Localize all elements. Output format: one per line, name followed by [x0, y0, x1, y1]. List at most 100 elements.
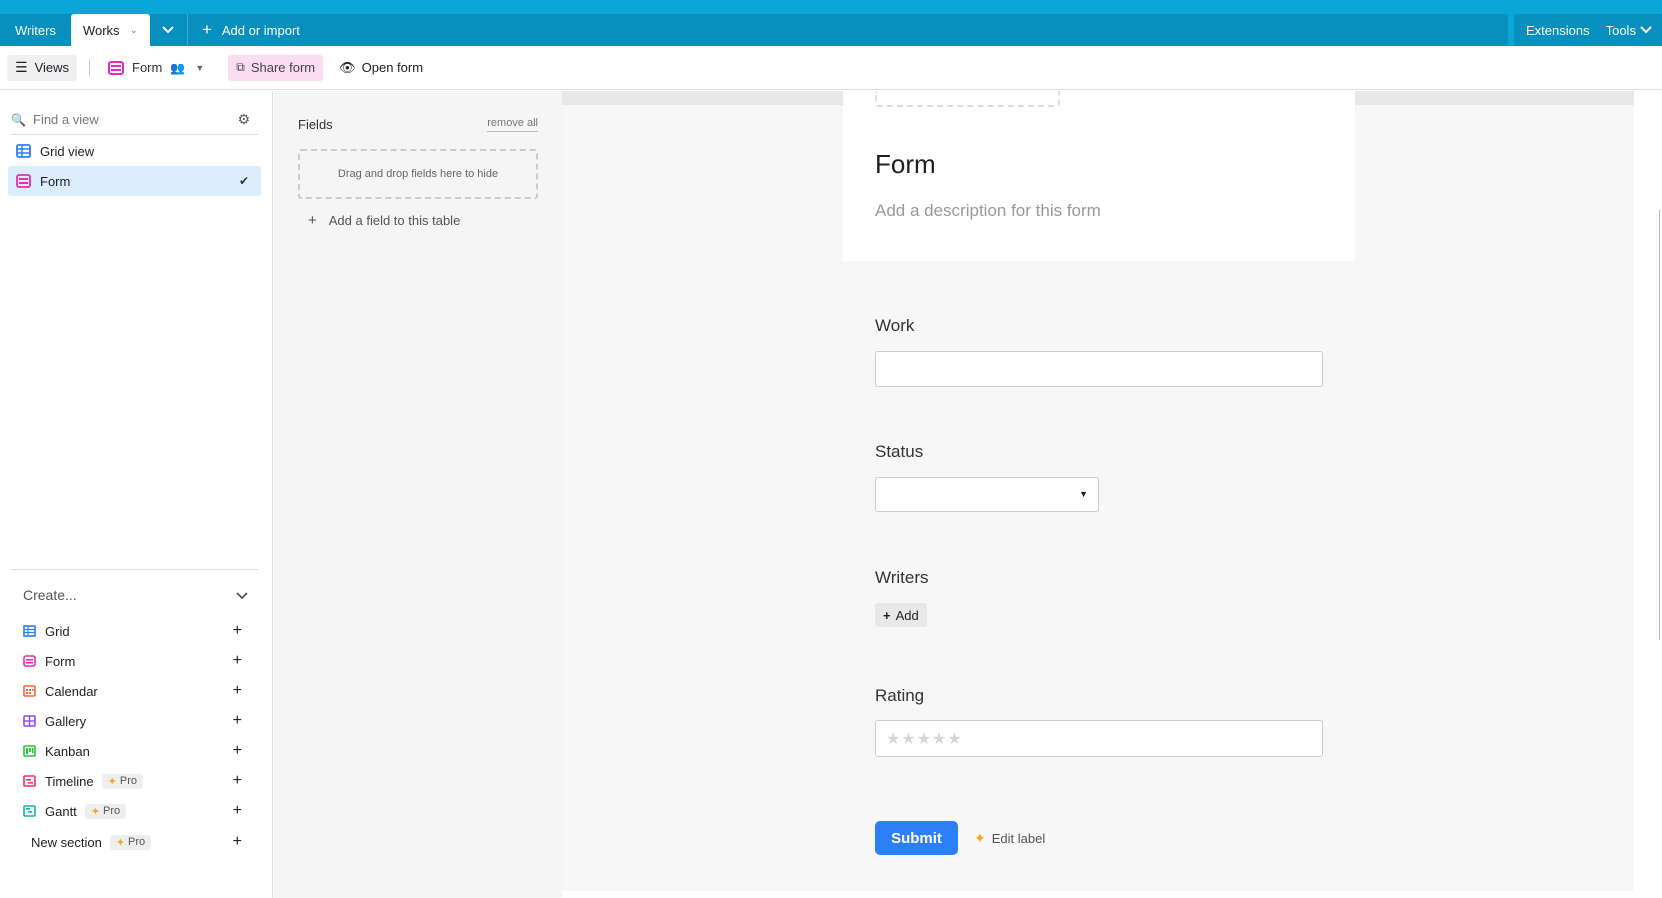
- find-view-placeholder: Find a view: [33, 112, 99, 127]
- edit-label-button[interactable]: ✦ Edit label: [974, 830, 1045, 847]
- edit-label-text: Edit label: [991, 831, 1046, 846]
- right-gutter: [1634, 91, 1662, 898]
- remove-all-link[interactable]: remove all: [487, 117, 538, 132]
- divider: [89, 58, 91, 77]
- create-gallery-button[interactable]: Gallery +: [23, 706, 248, 736]
- create-item-label: Calendar: [45, 683, 98, 699]
- create-grid-button[interactable]: Grid +: [23, 616, 248, 646]
- form-title[interactable]: Form: [875, 149, 936, 180]
- create-item-label: Form: [45, 653, 76, 669]
- create-item-label: Timeline: [45, 773, 94, 789]
- top-strip: [0, 0, 1662, 14]
- star-icon[interactable]: ★: [886, 729, 900, 749]
- create-gantt-button[interactable]: Gantt ✦ Pro +: [23, 796, 248, 826]
- star-icon[interactable]: ★: [901, 729, 915, 749]
- add-field-button[interactable]: + Add a field to this table: [308, 212, 460, 229]
- hidden-fields-dropzone[interactable]: Drag and drop fields here to hide: [298, 149, 538, 199]
- submit-label: Submit: [891, 829, 942, 847]
- chevron-down-icon: [162, 26, 175, 34]
- plus-icon: +: [232, 833, 242, 850]
- find-view-search[interactable]: 🔍 Find a view ⚙: [11, 105, 258, 135]
- create-section-header[interactable]: Create...: [23, 587, 248, 603]
- sparkle-icon: ✦: [115, 836, 126, 849]
- add-writer-button[interactable]: + Add: [875, 603, 927, 627]
- share-form-button[interactable]: ⧉ Share form: [228, 54, 324, 81]
- field-label-rating: Rating: [875, 686, 925, 705]
- gear-icon[interactable]: ⚙: [237, 111, 250, 128]
- plus-icon: +: [308, 212, 317, 229]
- gantt-icon: [23, 805, 36, 817]
- share-form-label: Share form: [250, 60, 316, 75]
- form-icon: [23, 655, 36, 667]
- form-icon: [16, 174, 31, 188]
- add-or-import-button[interactable]: + Add or import: [188, 14, 314, 46]
- views-button[interactable]: ☰ Views: [7, 54, 78, 81]
- work-input[interactable]: [875, 351, 1323, 387]
- views-sidebar: 🔍 Find a view ⚙ Grid view Form ✔ Create.…: [0, 91, 273, 898]
- sparkle-icon: ✦: [90, 805, 101, 818]
- form-icon: [108, 60, 125, 75]
- dropzone-text: Drag and drop fields here to hide: [337, 168, 499, 180]
- tab-label: Works: [82, 22, 120, 38]
- fields-title: Fields: [298, 117, 333, 132]
- tools-label: Tools: [1605, 22, 1636, 38]
- views-label: Views: [34, 60, 70, 75]
- chevron-down-icon: [236, 592, 248, 600]
- star-icon[interactable]: ★: [947, 729, 961, 749]
- star-icon[interactable]: ★: [917, 729, 931, 749]
- create-calendar-button[interactable]: Calendar +: [23, 676, 248, 706]
- logo-dropzone[interactable]: [875, 91, 1060, 107]
- field-label-work: Work: [875, 316, 915, 335]
- create-item-label: Kanban: [45, 743, 90, 759]
- open-form-button[interactable]: 👁 Open form: [339, 60, 423, 76]
- create-new-section-button[interactable]: New section ✦ Pro +: [23, 827, 248, 857]
- status-select[interactable]: ▼: [875, 477, 1099, 512]
- divider: [11, 569, 258, 570]
- create-form-button[interactable]: Form +: [23, 646, 248, 676]
- plus-icon: +: [232, 712, 242, 729]
- calendar-icon: [23, 685, 36, 697]
- table-tabs: Writers Works ⌄ + Add or import: [0, 14, 1508, 46]
- plus-icon: +: [201, 20, 212, 39]
- pro-badge: ✦ Pro: [101, 773, 143, 789]
- more-tables-button[interactable]: [150, 14, 188, 46]
- create-item-label: New section: [31, 834, 102, 850]
- grid-icon: [23, 625, 36, 637]
- plus-icon: +: [232, 622, 242, 639]
- caret-down-icon: ▼: [1079, 489, 1088, 499]
- plus-icon: +: [232, 742, 242, 759]
- scrollbar[interactable]: [1659, 210, 1660, 640]
- add-writer-label: Add: [895, 607, 919, 623]
- plus-icon: +: [232, 652, 242, 669]
- sidebar-item-grid-view[interactable]: Grid view: [8, 136, 261, 166]
- create-kanban-button[interactable]: Kanban +: [23, 736, 248, 766]
- pro-badge-label: Pro: [128, 836, 146, 848]
- create-timeline-button[interactable]: Timeline ✦ Pro +: [23, 766, 248, 796]
- star-icon[interactable]: ★: [932, 729, 946, 749]
- external-link-icon: ⧉: [236, 60, 245, 74]
- extensions-button[interactable]: Extensions: [1514, 23, 1602, 38]
- tab-works[interactable]: Works ⌄: [70, 14, 150, 46]
- create-item-label: Gantt: [45, 803, 77, 819]
- tab-writers[interactable]: Writers: [0, 14, 71, 46]
- pro-badge-label: Pro: [103, 805, 121, 817]
- open-form-label: Open form: [361, 60, 424, 75]
- submit-button[interactable]: Submit: [875, 821, 958, 855]
- sparkle-icon: ✦: [974, 830, 986, 846]
- add-field-label: Add a field to this table: [328, 213, 461, 228]
- field-label-status: Status: [875, 442, 924, 461]
- current-view-label: Form: [132, 60, 163, 75]
- plus-icon: +: [232, 772, 242, 789]
- current-view-switcher[interactable]: Form 👥 ▼: [108, 60, 204, 75]
- plus-icon: +: [232, 802, 242, 819]
- timeline-icon: [23, 775, 36, 787]
- chevron-down-icon[interactable]: ⌄: [130, 25, 138, 36]
- form-description[interactable]: Add a description for this form: [875, 201, 1101, 221]
- rating-input[interactable]: ★ ★ ★ ★ ★: [875, 720, 1323, 757]
- sidebar-item-form[interactable]: Form ✔: [8, 166, 261, 196]
- view-label: Grid view: [40, 143, 95, 159]
- caret-down-icon: ▼: [195, 62, 205, 73]
- kanban-icon: [23, 745, 36, 757]
- tools-button[interactable]: Tools: [1602, 23, 1656, 38]
- top-right-actions: Extensions Tools: [1514, 14, 1662, 46]
